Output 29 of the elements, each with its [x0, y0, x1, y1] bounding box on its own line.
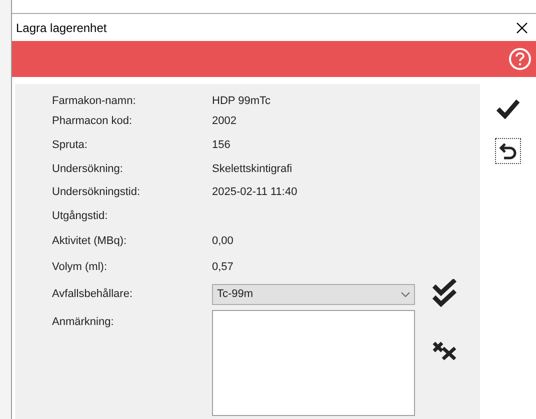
undo-button[interactable]	[495, 138, 521, 164]
field-label: Undersökningstid:	[52, 184, 142, 200]
chevron-down-icon	[401, 292, 410, 296]
double-check-icon[interactable]	[432, 279, 458, 309]
field-value: Skelettskintigrafi	[212, 162, 292, 177]
field-label: Pharmacon kod:	[52, 114, 134, 129]
field-value: HDP 99mTc	[212, 94, 270, 109]
field-label: Volym (ml):	[52, 260, 108, 275]
field-label: Avfallsbehållare:	[52, 286, 134, 302]
field-value: 0,00	[212, 234, 234, 249]
undo-arrow-icon	[499, 142, 517, 160]
field-value: 2002	[212, 114, 236, 129]
double-cross-icon[interactable]	[432, 341, 458, 361]
check-icon	[496, 99, 520, 119]
remark-field[interactable]	[212, 310, 415, 416]
field-label: Farmakon-namn:	[52, 94, 137, 109]
field-value: 2025-02-11 11:40	[212, 184, 298, 200]
field-label: Aktivitet (MBq):	[52, 234, 128, 249]
question-icon	[515, 52, 525, 66]
window-title: Lagra lagerenhet	[16, 20, 107, 36]
field-label: Utgångstid:	[52, 208, 109, 224]
help-button[interactable]	[509, 48, 531, 70]
field-label: Undersökning:	[52, 162, 124, 177]
field-label: Anmärkning:	[52, 315, 115, 330]
field-value: 156	[212, 138, 230, 153]
field-label: Spruta:	[52, 138, 88, 153]
waste-container-dropdown[interactable]: Tc-99m	[212, 284, 415, 304]
field-value: 0,57	[212, 260, 234, 275]
close-icon	[516, 22, 528, 34]
